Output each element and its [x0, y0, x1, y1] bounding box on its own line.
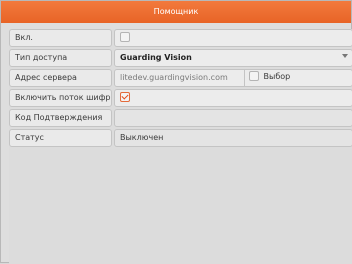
row-server-address: Адрес сервера litedev.guardingvision.com…: [9, 69, 352, 87]
assistant-window: Помощник Вкл. Тип доступа Guarding Visio…: [0, 0, 352, 264]
row-enable: Вкл.: [9, 29, 352, 47]
enable-label: Вкл.: [9, 29, 112, 47]
enable-value-cell: [114, 29, 352, 47]
choice-checkbox[interactable]: [249, 70, 259, 81]
row-status: Статус Выключен: [9, 129, 352, 147]
window-title: Помощник: [1, 1, 351, 23]
stream-encryption-checkbox[interactable]: [120, 91, 130, 102]
access-type-select[interactable]: Guarding Vision: [114, 49, 352, 67]
server-address-field[interactable]: litedev.guardingvision.com Выбор: [114, 69, 352, 87]
verification-code-value: [114, 109, 352, 127]
access-type-value: Guarding Vision: [120, 53, 192, 62]
verification-code-label: Код Подтверждения: [9, 109, 112, 127]
status-value: Выключен: [114, 129, 352, 147]
chevron-down-icon: [342, 54, 348, 58]
settings-panel: Вкл. Тип доступа Guarding Vision Адрес с…: [9, 29, 352, 264]
stream-encryption-label: Включить поток шифров...: [9, 89, 112, 107]
server-address-label: Адрес сервера: [9, 69, 112, 87]
enable-checkbox[interactable]: [120, 31, 130, 42]
access-type-label: Тип доступа: [9, 49, 112, 67]
status-label: Статус: [9, 129, 112, 147]
row-stream-encryption: Включить поток шифров...: [9, 89, 352, 107]
choice-option[interactable]: Выбор: [244, 70, 352, 86]
choice-label: Выбор: [263, 72, 291, 81]
row-access-type: Тип доступа Guarding Vision: [9, 49, 352, 67]
stream-encryption-value-cell: [114, 89, 352, 107]
row-verification-code: Код Подтверждения: [9, 109, 352, 127]
server-address-value: litedev.guardingvision.com: [120, 73, 228, 82]
